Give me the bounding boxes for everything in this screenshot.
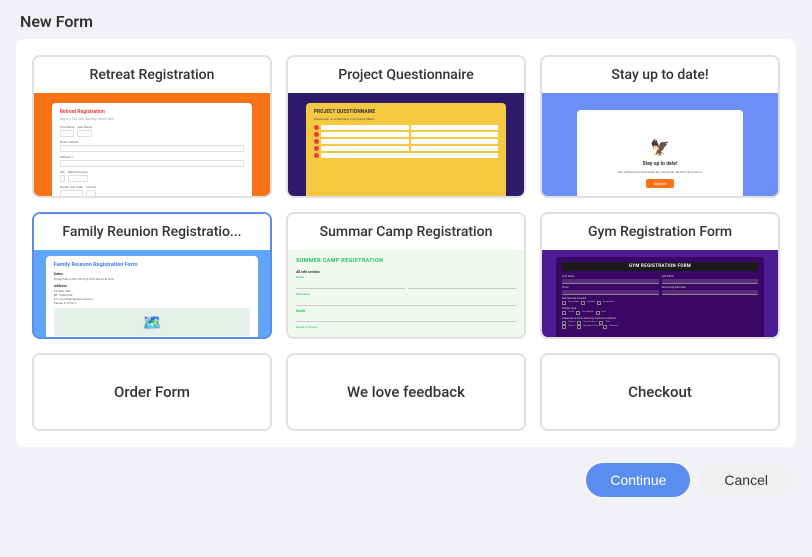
card-label-stayupdated: Stay up to date! (542, 57, 778, 93)
card-label-project: Project Questionnaire (288, 57, 524, 93)
card-label-retreat: Retreat Registration (34, 57, 270, 93)
card-family-reunion[interactable]: Family Reunion Registratio... Family Reu… (32, 212, 272, 339)
card-order-form[interactable]: Order Form (32, 353, 272, 431)
card-summer-camp[interactable]: Summar Camp Registration SUMMER CAMP REG… (286, 212, 526, 339)
card-label-checkout: Checkout (542, 355, 778, 429)
main-container: Retreat Registration Retreat Registratio… (16, 39, 796, 447)
cancel-button[interactable]: Cancel (700, 463, 792, 497)
card-label-gym: Gym Registration Form (542, 214, 778, 250)
card-grid: Retreat Registration Retreat Registratio… (32, 55, 780, 431)
card-preview-stayupdated: 🦅 Stay up to date! Get notified every ti… (542, 93, 778, 198)
card-label-order: Order Form (34, 355, 270, 429)
card-preview-family: Family Reunion Registration Form Dates F… (34, 250, 270, 339)
page-header: New Form (0, 0, 812, 39)
page-title: New Form (20, 12, 792, 31)
footer: Continue Cancel (0, 455, 812, 505)
card-stay-up-to-date[interactable]: Stay up to date! 🦅 Stay up to date! Get … (540, 55, 780, 198)
card-retreat-registration[interactable]: Retreat Registration Retreat Registratio… (32, 55, 272, 198)
card-label-feedback: We love feedback (288, 355, 524, 429)
card-label-summercamp: Summar Camp Registration (288, 214, 524, 250)
continue-button[interactable]: Continue (586, 463, 690, 497)
card-preview-retreat: Retreat Registration Sign in: 3rd Jan, S… (34, 93, 270, 198)
card-preview-gym: GYM REGISTRATION FORM First Name Last Na… (542, 250, 778, 339)
map-icon: 🗺️ (142, 313, 162, 332)
card-gym-registration[interactable]: Gym Registration Form GYM REGISTRATION F… (540, 212, 780, 339)
card-label-family: Family Reunion Registratio... (34, 214, 270, 250)
card-preview-summercamp: SUMMER CAMP REGISTRATION All info sectio… (288, 250, 524, 339)
card-checkout[interactable]: Checkout (540, 353, 780, 431)
card-project-questionnaire[interactable]: Project Questionnaire PROJECT QUESTIONNA… (286, 55, 526, 198)
card-we-love-feedback[interactable]: We love feedback (286, 353, 526, 431)
card-preview-project: PROJECT QUESTIONNAIRE Please help us und… (288, 93, 524, 198)
